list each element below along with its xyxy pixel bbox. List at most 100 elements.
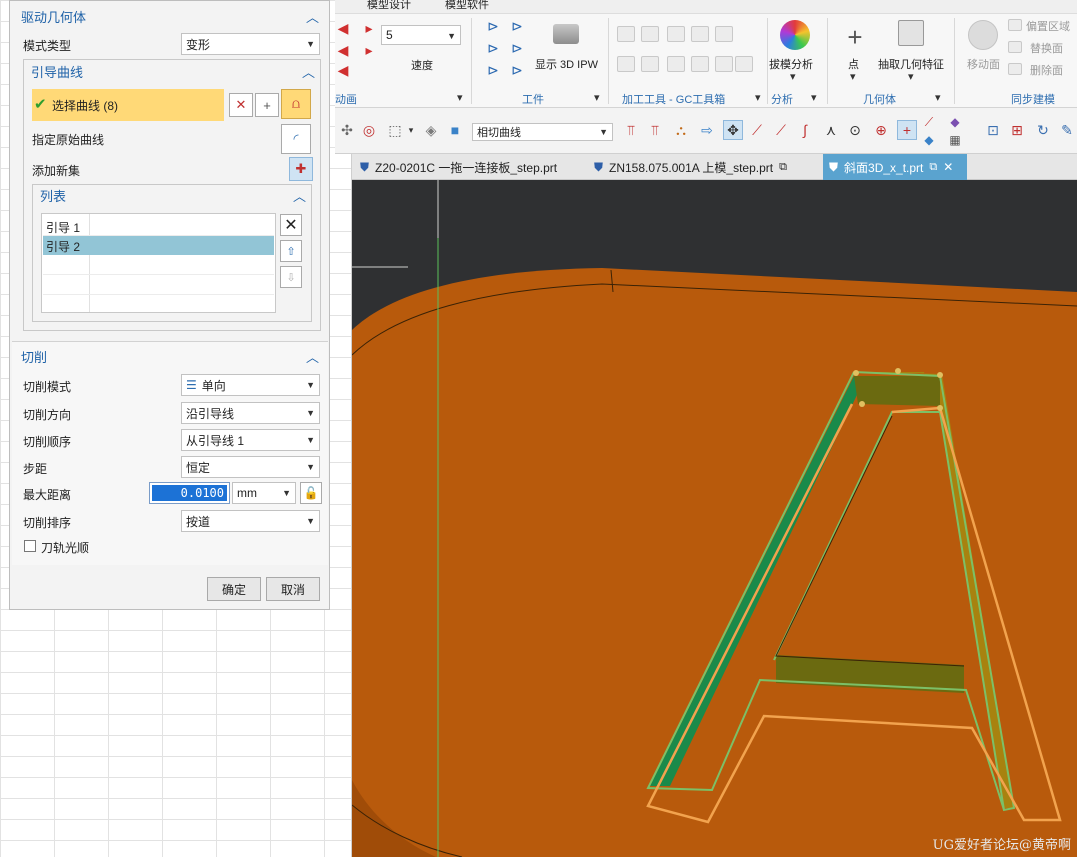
ribbon-top-label-2[interactable]: 模型软件 xyxy=(445,0,489,12)
move-face-button[interactable]: 移动面 xyxy=(967,56,1000,72)
close-icon[interactable]: ✕ xyxy=(943,160,953,174)
tab-file-1[interactable]: ⛊ Z20-0201C 一拖一连接板_step.prt xyxy=(354,154,588,180)
point-icon[interactable]: + xyxy=(842,24,868,50)
face-icon[interactable]: ◆ xyxy=(921,132,937,148)
max-distance-input[interactable]: 0.0100 xyxy=(149,482,230,504)
parallel-curve-icon[interactable]: ⫪ xyxy=(647,122,663,138)
delete-face-button[interactable]: 删除面 xyxy=(1030,62,1063,78)
ribbon-top-label-1[interactable]: 模型设计 xyxy=(367,0,411,12)
tangent-curve-icon[interactable]: ⫪ xyxy=(623,122,639,138)
extract-geometry-icon[interactable] xyxy=(898,20,924,46)
select-curve-row[interactable]: ✔ 选择曲线 (8) xyxy=(32,89,224,121)
collapse-icon[interactable]: ︿ xyxy=(302,62,315,81)
arc-center-icon[interactable]: ⊙ xyxy=(847,122,863,138)
move-face-icon[interactable] xyxy=(968,20,998,50)
body-select-icon[interactable]: ■ xyxy=(447,122,463,138)
replace-face-icon[interactable] xyxy=(1008,41,1022,53)
curve-point[interactable] xyxy=(859,401,865,407)
list-item[interactable]: 引导 2 xyxy=(43,236,274,255)
move-up-icon[interactable]: ⇧ xyxy=(280,240,302,262)
rectangle-select-chevron-icon[interactable]: ▾ xyxy=(403,122,419,138)
line-icon[interactable]: ⟋ xyxy=(921,114,937,130)
cut-sequence-select[interactable]: 按道 ▼ xyxy=(181,510,320,532)
ipw-arrow-icon-3[interactable]: ⊳ xyxy=(485,40,501,56)
curve-rule-select[interactable]: 相切曲线 ▼ xyxy=(472,123,613,141)
graphics-viewport[interactable]: UG爱好者论坛@黄帝啊 xyxy=(352,180,1077,857)
rotate-icon[interactable]: ↻ xyxy=(1035,122,1051,138)
ipw-arrow-icon[interactable]: ⊳ xyxy=(485,18,501,34)
offset-region-icon[interactable] xyxy=(1008,19,1022,31)
control-point-icon[interactable]: ∫ xyxy=(797,122,813,138)
delete-face-icon[interactable] xyxy=(1008,63,1022,75)
add-point-icon[interactable]: + xyxy=(255,93,279,117)
component-icon[interactable]: ⛬ xyxy=(673,122,689,138)
3d-ipw-icon[interactable] xyxy=(553,24,579,44)
cancel-button[interactable]: 取消 xyxy=(266,577,320,601)
face-select-icon[interactable]: ◈ xyxy=(423,122,439,138)
tab-file-2[interactable]: ⛊ ZN158.075.001A 上模_step.prt ⧉ xyxy=(588,154,822,180)
snap-icon[interactable]: ✣ xyxy=(339,122,355,138)
guide-list[interactable]: 引导 1 引导 2 xyxy=(41,213,276,313)
gc-tool-icon[interactable] xyxy=(667,56,685,72)
grid-icon[interactable]: ▦ xyxy=(947,132,963,148)
step-forward-icon[interactable]: ▸ xyxy=(361,20,377,36)
view-icon[interactable]: ◆ xyxy=(947,114,963,130)
stepover-select[interactable]: 恒定 ▼ xyxy=(181,456,320,478)
ipw-arrow-icon-4[interactable]: ⊳ xyxy=(509,40,525,56)
cut-direction-select[interactable]: 沿引导线 ▼ xyxy=(181,402,320,424)
rewind-icon[interactable]: ◀ xyxy=(335,62,351,78)
point-chevron-icon[interactable]: ▾ xyxy=(850,70,856,83)
collapse-icon[interactable]: ︿ xyxy=(306,347,319,366)
guide-curves-header[interactable]: 引导曲线 ︿ xyxy=(23,59,321,83)
arrow-right-icon[interactable]: ⇨ xyxy=(699,122,715,138)
offset-region-button[interactable]: 偏置区域 xyxy=(1026,18,1070,34)
gc-tool-icon[interactable] xyxy=(735,56,753,72)
replace-face-button[interactable]: 替换面 xyxy=(1030,40,1063,56)
add-set-icon[interactable]: ✚ xyxy=(289,157,313,181)
ipw-arrow-icon-5[interactable]: ⊳ xyxy=(485,62,501,78)
gc-tool-icon[interactable] xyxy=(617,26,635,42)
draft-analysis-chevron-icon[interactable]: ▾ xyxy=(790,70,796,83)
step-back-icon[interactable]: ◀ xyxy=(335,20,351,36)
pan-icon[interactable]: ✎ xyxy=(1059,122,1075,138)
tab-file-3[interactable]: ⛊ 斜面3D_x_t.prt ⧉ ✕ xyxy=(823,154,967,180)
curve-point[interactable] xyxy=(937,372,943,378)
group-geometry-expand-icon[interactable]: ▾ xyxy=(935,91,941,104)
snap-points-icon[interactable]: ✥ xyxy=(723,120,743,140)
extract-geometry-chevron-icon[interactable]: ▾ xyxy=(908,70,914,83)
rectangle-select-icon[interactable]: ⬚ xyxy=(387,122,403,138)
smooth-toolpath-checkbox[interactable] xyxy=(24,540,36,552)
quadrant-icon[interactable]: ⊕ xyxy=(873,122,889,138)
gc-tool-icon[interactable] xyxy=(617,56,635,72)
ipw-arrow-icon-6[interactable]: ⊳ xyxy=(509,62,525,78)
intersection-icon[interactable]: ⋏ xyxy=(823,122,839,138)
origin-curve-icon[interactable]: ◜ xyxy=(281,124,311,154)
gc-tool-icon[interactable] xyxy=(667,26,685,42)
existing-point-icon[interactable]: + xyxy=(897,120,917,140)
collapse-icon[interactable]: ︿ xyxy=(306,7,319,26)
group-workpiece-expand-icon[interactable]: ▾ xyxy=(594,91,600,104)
ok-button[interactable]: 确定 xyxy=(207,577,261,601)
cut-order-select[interactable]: 从引导线 1 ▼ xyxy=(181,429,320,451)
fit-view-icon[interactable]: ⊡ xyxy=(985,122,1001,138)
gc-tool-icon[interactable] xyxy=(691,26,709,42)
curve-point[interactable] xyxy=(937,405,943,411)
curve-point[interactable] xyxy=(895,368,901,374)
collapse-icon[interactable]: ︿ xyxy=(293,186,306,205)
select-filter-icon[interactable]: ◎ xyxy=(361,122,377,138)
reverse-direction-icon[interactable]: ✕ xyxy=(229,93,253,117)
speed-select[interactable]: 5 ▼ xyxy=(381,25,461,45)
curve-point[interactable] xyxy=(853,370,859,376)
unit-select[interactable]: mm ▼ xyxy=(232,482,296,504)
list-item[interactable]: 引导 1 xyxy=(43,216,274,236)
play-back-icon[interactable]: ◀ xyxy=(335,42,351,58)
ipw-arrow-icon-2[interactable]: ⊳ xyxy=(509,18,525,34)
curve-select-icon[interactable]: ⩍ xyxy=(281,89,311,119)
display-3d-ipw-button[interactable]: 显示 3D IPW xyxy=(535,56,598,72)
group-animation-expand-icon[interactable]: ▾ xyxy=(457,91,463,104)
play-forward-icon[interactable]: ▸ xyxy=(361,42,377,58)
delete-icon[interactable]: ✕ xyxy=(280,214,302,236)
midpoint-icon[interactable]: ⟋ xyxy=(773,122,789,138)
gc-tool-icon[interactable] xyxy=(715,26,733,42)
move-down-icon[interactable]: ⇩ xyxy=(280,266,302,288)
